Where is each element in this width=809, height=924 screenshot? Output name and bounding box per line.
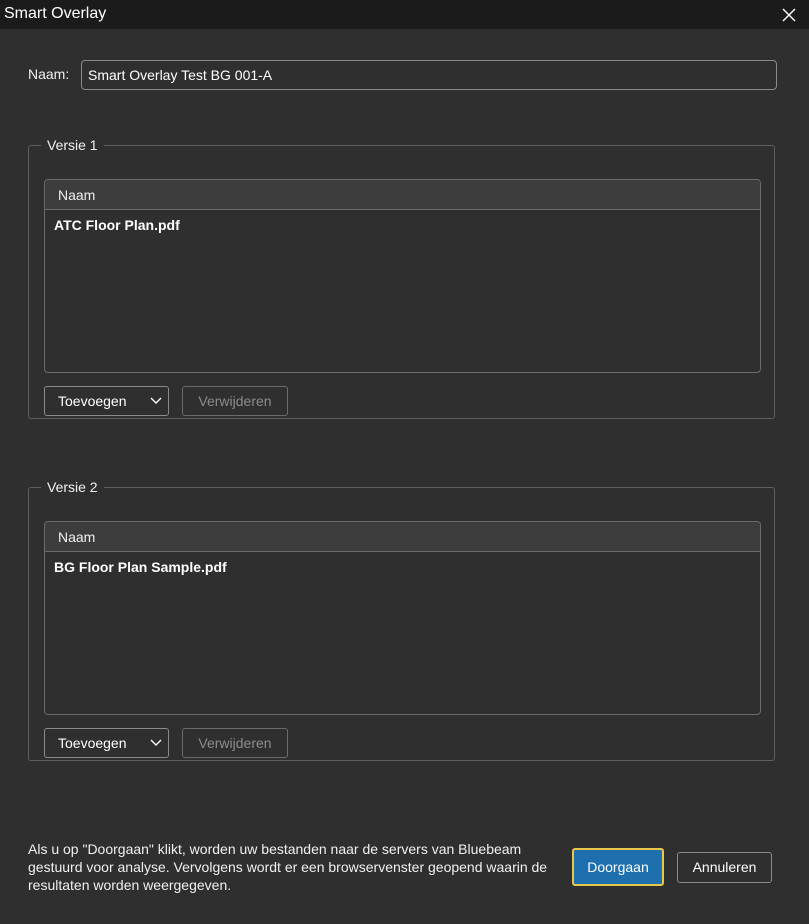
smart-overlay-dialog: Smart Overlay Naam: Versie 1 Naam ATC Fl…	[0, 0, 809, 924]
version2-add-label: Toevoegen	[58, 735, 127, 751]
chevron-down-icon	[150, 739, 162, 746]
version1-add-label: Toevoegen	[58, 393, 127, 409]
continue-label: Doorgaan	[587, 859, 649, 875]
close-button[interactable]	[769, 0, 809, 29]
version2-group: Versie 2 Naam BG Floor Plan Sample.pdf T…	[28, 479, 775, 761]
version1-file-item[interactable]: ATC Floor Plan.pdf	[45, 210, 760, 233]
version1-legend: Versie 1	[47, 137, 98, 153]
close-icon	[782, 8, 796, 21]
window-title: Smart Overlay	[4, 5, 107, 22]
analysis-notice: Als u op "Doorgaan" klikt, worden uw bes…	[28, 841, 548, 893]
version1-group: Versie 1 Naam ATC Floor Plan.pdf Toevoeg…	[28, 137, 775, 419]
version1-column-header[interactable]: Naam	[45, 180, 760, 210]
version2-column-header[interactable]: Naam	[45, 522, 760, 552]
version2-add-dropdown[interactable]: Toevoegen	[44, 728, 169, 758]
version2-remove-button[interactable]: Verwijderen	[182, 728, 288, 758]
version1-add-dropdown[interactable]: Toevoegen	[44, 386, 169, 416]
version2-file-list[interactable]: Naam BG Floor Plan Sample.pdf	[44, 521, 761, 715]
version1-remove-button[interactable]: Verwijderen	[182, 386, 288, 416]
cancel-button[interactable]: Annuleren	[677, 852, 772, 883]
version2-legend: Versie 2	[47, 479, 98, 495]
name-input[interactable]	[81, 60, 777, 90]
name-label: Naam:	[28, 66, 70, 82]
title-bar: Smart Overlay	[0, 0, 809, 29]
version2-file-item[interactable]: BG Floor Plan Sample.pdf	[45, 552, 760, 575]
chevron-down-icon	[150, 397, 162, 404]
continue-button[interactable]: Doorgaan	[572, 848, 664, 886]
version1-file-list[interactable]: Naam ATC Floor Plan.pdf	[44, 179, 761, 373]
